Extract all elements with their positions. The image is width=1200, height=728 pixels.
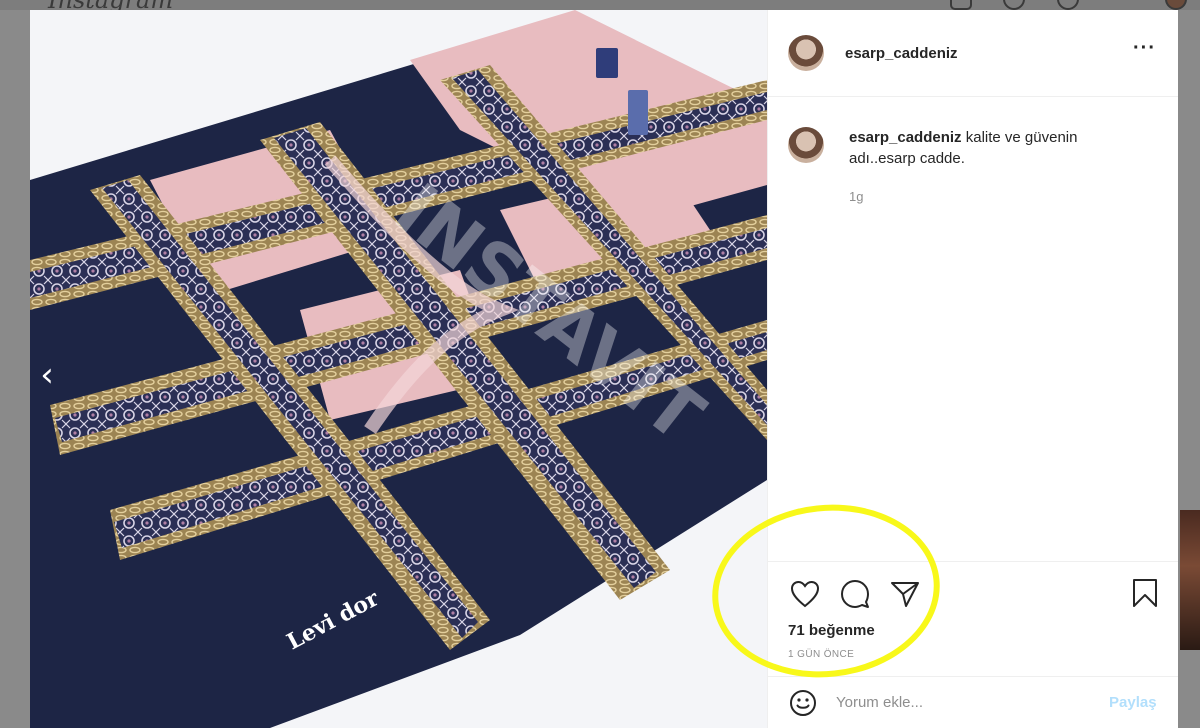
likes-count[interactable]: 71 beğenme	[788, 622, 1178, 639]
caption-avatar[interactable]	[788, 127, 824, 163]
post-comment-button[interactable]: Paylaş	[1109, 694, 1157, 711]
heart-icon	[790, 580, 820, 608]
post-actions: 71 beğenme 1 GÜN ÖNCE	[768, 561, 1178, 660]
share-button[interactable]	[888, 577, 922, 611]
chevron-left-icon: ‹	[40, 355, 54, 395]
post-sidebar: esarp_caddeniz ··· esarp_caddeniz kalite…	[767, 10, 1178, 728]
home-icon[interactable]	[950, 0, 972, 10]
post-header: esarp_caddeniz ···	[768, 10, 1178, 97]
comment-input[interactable]	[836, 694, 1096, 711]
scarf-photo: Levi dor INSTAVIT	[30, 10, 767, 728]
emoji-icon	[790, 689, 816, 716]
post-modal: Levi dor INSTAVIT ‹ esarp_caddeniz ··· e…	[30, 10, 1178, 728]
background-post-thumbnail[interactable]	[1180, 510, 1200, 650]
previous-post-button[interactable]: ‹	[30, 350, 64, 400]
post-timestamp[interactable]: 1 GÜN ÖNCE	[788, 649, 1178, 660]
explore-icon[interactable]	[1057, 0, 1079, 10]
caption-username[interactable]: esarp_caddeniz	[849, 129, 962, 146]
direct-icon[interactable]	[1003, 0, 1025, 10]
emoji-button[interactable]	[788, 688, 818, 718]
post-image[interactable]: Levi dor INSTAVIT ‹	[30, 10, 767, 728]
background-header: Instagram	[0, 0, 1200, 14]
bookmark-icon	[1133, 579, 1157, 607]
caption: esarp_caddeniz kalite ve güvenin adı..es…	[768, 97, 1178, 207]
username[interactable]: esarp_caddeniz	[845, 45, 958, 62]
profile-avatar-icon[interactable]	[1165, 0, 1187, 10]
caption-body: esarp_caddeniz kalite ve güvenin adı..es…	[849, 127, 1119, 207]
more-options-icon[interactable]: ···	[1133, 38, 1156, 58]
send-icon	[891, 582, 919, 607]
caption-time[interactable]: 1g	[849, 186, 1119, 207]
action-icon-row	[788, 576, 1178, 612]
avatar[interactable]	[788, 35, 824, 71]
like-button[interactable]	[788, 577, 822, 611]
comment-icon	[841, 580, 869, 608]
comment-button[interactable]	[838, 577, 872, 611]
comment-bar: Paylaş	[768, 676, 1178, 728]
save-button[interactable]	[1128, 576, 1162, 610]
